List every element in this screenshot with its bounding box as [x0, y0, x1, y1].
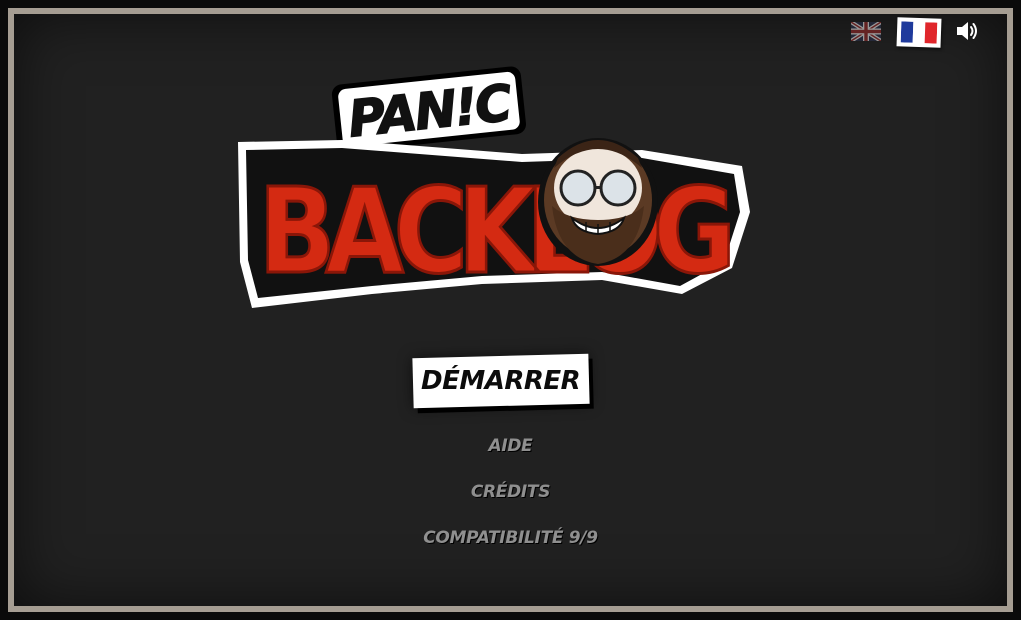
credits-menu-row: CRÉDITS: [0, 482, 1021, 502]
credits-link[interactable]: CRÉDITS: [471, 482, 551, 502]
help-menu-row: AIDE: [0, 436, 1021, 456]
logo-backlog-text: BACKLOG: [258, 163, 729, 300]
start-button-label: DÉMARRER: [421, 366, 581, 397]
speaker-icon[interactable]: [955, 20, 979, 42]
compatibility-link[interactable]: COMPATIBILITÉ 9/9: [423, 528, 598, 548]
fr-flag-icon: [900, 21, 938, 44]
game-logo: PAN!C BACKLOG: [238, 66, 750, 308]
fr-flag-button[interactable]: [896, 17, 942, 48]
compatibility-menu-row: COMPATIBILITÉ 9/9: [0, 528, 1021, 548]
start-button[interactable]: DÉMARRER: [412, 353, 590, 409]
bearded-face-mascot: [538, 138, 658, 266]
uk-flag-icon[interactable]: [851, 22, 881, 41]
logo-panic: PAN!C: [331, 66, 527, 153]
help-link[interactable]: AIDE: [488, 436, 532, 456]
